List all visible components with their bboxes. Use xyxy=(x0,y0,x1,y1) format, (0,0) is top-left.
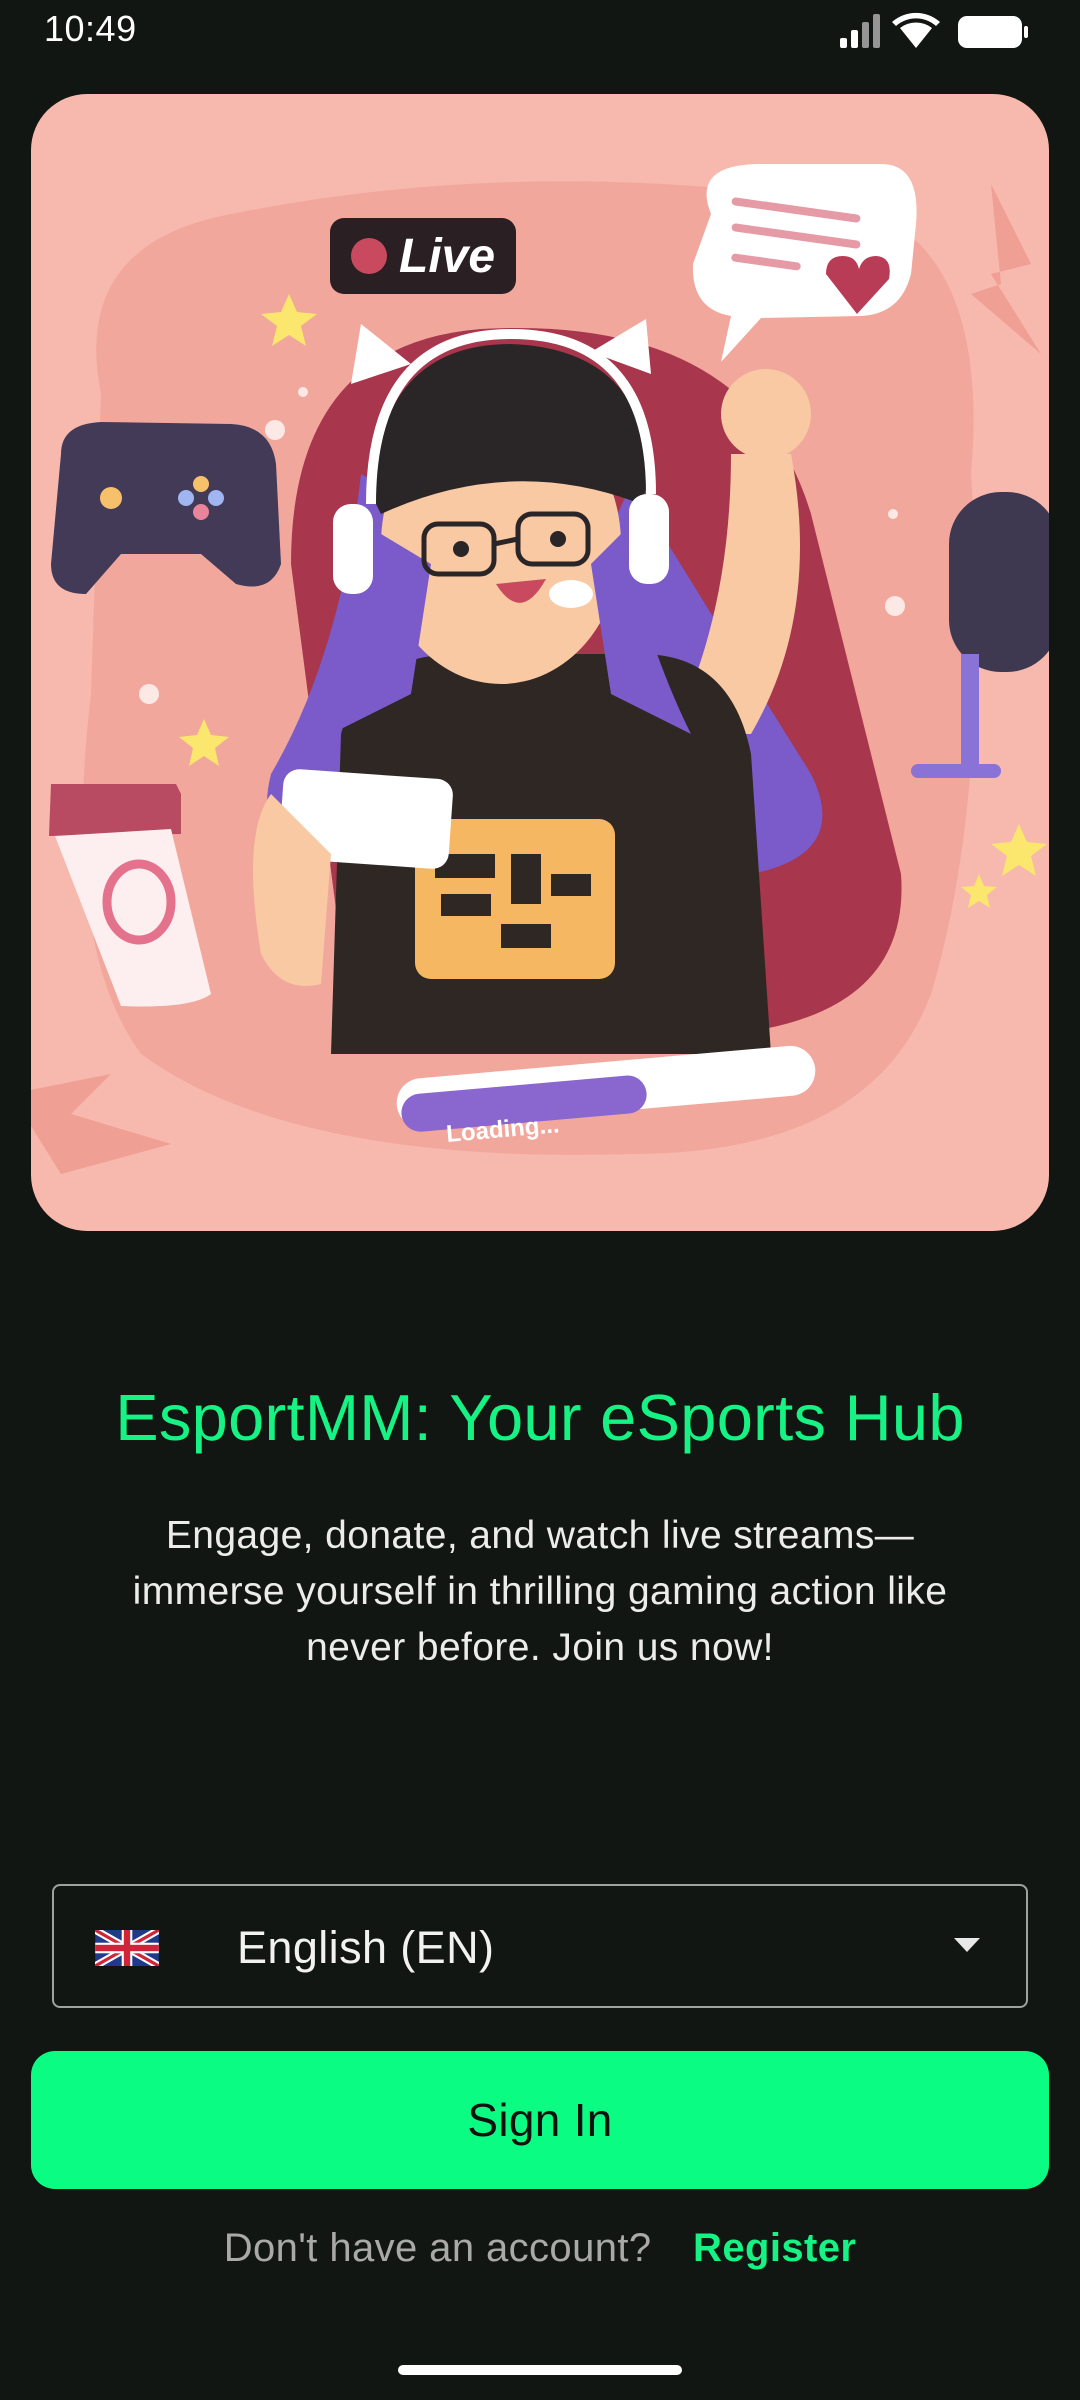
status-time: 10:49 xyxy=(44,8,137,49)
battery-icon xyxy=(958,16,1028,48)
uk-flag-icon xyxy=(95,1930,159,1966)
subtitle-line: never before. Join us now! xyxy=(306,1626,774,1669)
language-dropdown[interactable]: English (EN) xyxy=(52,1884,1028,2008)
page-title: EsportMM: Your eSports Hub xyxy=(115,1381,965,1454)
register-prompt: Don't have an account? xyxy=(223,2226,652,2270)
language-selected-value: English (EN) xyxy=(237,1922,495,1973)
page-subtitle: Engage, donate, and watch live streams— … xyxy=(40,1508,1040,1676)
svg-text:Live: Live xyxy=(399,230,495,283)
hero-illustration: Live Loading... xyxy=(31,94,1049,1231)
subtitle-line: Engage, donate, and watch live streams— xyxy=(165,1514,915,1557)
register-link[interactable]: Register xyxy=(693,2226,856,2270)
subtitle-line: immerse yourself in thrilling gaming act… xyxy=(132,1570,948,1613)
register-row: Don't have an account? Register xyxy=(0,2226,1080,2271)
signal-icon xyxy=(840,14,880,48)
live-badge: Live xyxy=(330,218,516,294)
onboarding-screen: 10:49 Live Loading... EsportMM: Your eSp… xyxy=(0,0,1080,2400)
sign-in-button[interactable]: Sign In xyxy=(31,2051,1049,2189)
status-bar: 10:49 xyxy=(0,0,1080,62)
status-icons xyxy=(840,12,1030,52)
home-indicator[interactable] xyxy=(398,2365,682,2375)
chevron-down-icon xyxy=(954,1938,980,1952)
wifi-icon xyxy=(892,12,940,48)
raised-fist xyxy=(721,369,811,459)
